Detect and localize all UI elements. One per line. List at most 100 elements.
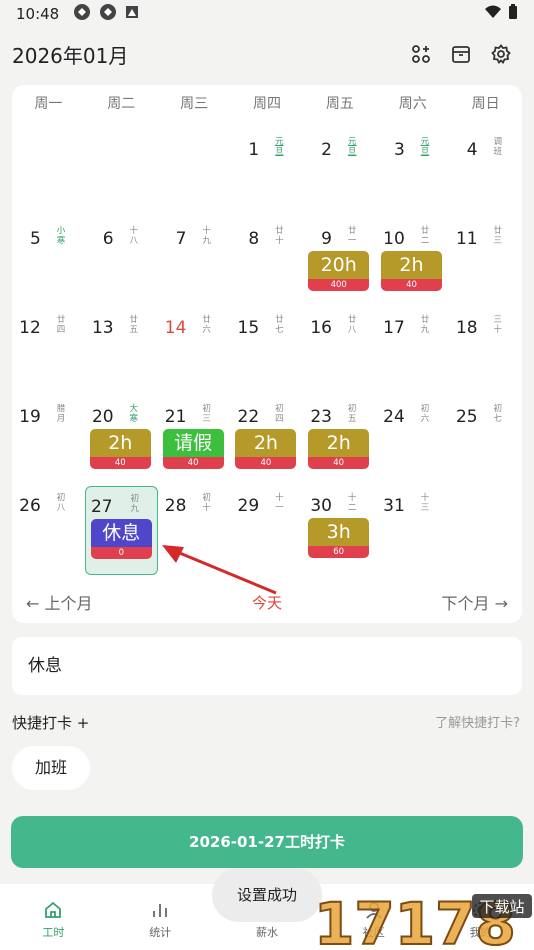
lunar-date-label: 廿七 — [275, 315, 284, 335]
calendar-empty-cell — [85, 130, 158, 219]
calendar-day-cell[interactable]: 15 廿七 — [230, 308, 303, 397]
weekday-label: 周六 — [398, 96, 427, 112]
calendar-day-cell[interactable]: 5 小寒 — [12, 219, 85, 308]
lunar-date-label: 十二 — [347, 493, 357, 513]
day-number: 19 — [19, 407, 41, 427]
calendar-day-cell[interactable]: 26 初八 — [12, 486, 85, 575]
lunar-date-label: 初六 — [420, 404, 430, 424]
calendar-day-cell[interactable]: 19 腊月 — [12, 397, 85, 486]
lunar-date-label: 廿五 — [129, 315, 139, 335]
lunar-date-label: 初八 — [56, 493, 66, 513]
lunar-date-label: 十一 — [275, 493, 284, 513]
toast-message: 设置成功 — [212, 868, 322, 922]
day-number: 3 — [393, 140, 405, 160]
next-month-button[interactable]: 下个月 → — [441, 590, 508, 614]
calendar-day-cell[interactable]: 25 初七 — [449, 397, 522, 486]
lunar-date-label: 调班 — [493, 137, 503, 157]
day-number: 24 — [383, 407, 405, 427]
badge-amount: 40 — [308, 457, 370, 469]
calendar-day-cell[interactable]: 4 调班 — [449, 130, 522, 219]
calendar-day-cell[interactable]: 31 十三 — [376, 486, 449, 575]
svg-text:下载站: 下载站 — [479, 898, 524, 916]
calendar-day-cell[interactable]: 12 廿四 — [12, 308, 85, 397]
day-record-badge: 请假 40 — [162, 429, 224, 469]
app-header: 2026年01月 — [0, 36, 534, 72]
calendar-grid: 1 元旦 2 元旦 3 元旦 4 调班 5 小寒 6 十八 7 十九 8 廿十 9 廿一 20h 400 10 廿二 2h 4… — [12, 130, 522, 575]
calendar-day-cell[interactable]: 8 廿十 — [230, 219, 303, 308]
calendar-day-cell[interactable]: 13 廿五 — [85, 308, 158, 397]
badge-hours: 2h — [89, 429, 151, 457]
calendar-day-cell[interactable]: 27 初九休息 0 — [84, 486, 158, 575]
badge-hours: 请假 — [162, 429, 224, 457]
app-notification-icon — [73, 3, 91, 25]
add-grid-icon[interactable] — [410, 43, 432, 65]
wifi-icon — [484, 5, 502, 23]
badge-amount: 400 — [308, 279, 370, 291]
calendar-day-cell[interactable]: 7 十九 — [158, 219, 231, 308]
quick-chip-overtime[interactable]: 加班 — [12, 746, 90, 790]
calendar-day-cell[interactable]: 22 初四 2h 40 — [230, 397, 303, 486]
month-title[interactable]: 2026年01月 — [12, 40, 128, 69]
day-number: 9 — [321, 229, 332, 249]
day-number: 8 — [248, 229, 260, 249]
lunar-date-label: 廿三 — [493, 226, 503, 246]
badge-amount: 0 — [90, 547, 152, 559]
bar-chart-icon — [150, 900, 170, 920]
day-note[interactable]: 休息 — [12, 637, 522, 695]
day-number: 18 — [455, 318, 478, 338]
lunar-date-label: 大寒 — [129, 404, 139, 424]
calendar-day-cell[interactable]: 17 廿九 — [376, 308, 449, 397]
day-number: 27 — [90, 497, 113, 517]
day-record-badge: 2h 40 — [308, 429, 370, 469]
quick-clock-label[interactable]: 快捷打卡 + — [12, 712, 89, 733]
calendar-day-cell[interactable]: 6 十八 — [85, 219, 158, 308]
day-number: 29 — [237, 496, 260, 516]
calendar-day-cell[interactable]: 20 大寒 2h 40 — [85, 397, 158, 486]
day-number: 7 — [175, 229, 187, 249]
prev-month-label: 上个月 — [44, 594, 93, 613]
lunar-date-label: 元旦 — [347, 137, 357, 157]
lunar-date-label: 廿十 — [275, 226, 284, 246]
calendar-day-cell[interactable]: 23 初五 2h 40 — [303, 397, 376, 486]
prev-month-button[interactable]: ← 上个月 — [26, 590, 93, 614]
badge-amount: 60 — [308, 546, 370, 558]
tab-statistics[interactable]: 统计 — [107, 884, 214, 950]
lunar-date-label: 初十 — [202, 493, 211, 513]
day-number: 14 — [164, 318, 187, 338]
calendar-empty-cell — [449, 486, 522, 575]
gear-icon[interactable] — [490, 43, 512, 65]
badge-hours: 20h — [308, 251, 370, 279]
day-number: 28 — [164, 496, 187, 516]
battery-icon — [508, 4, 518, 24]
calendar-day-cell[interactable]: 3 元旦 — [376, 130, 449, 219]
calendar-day-cell[interactable]: 9 廿一 20h 400 — [303, 219, 376, 308]
calendar-day-cell[interactable]: 14 廿六 — [158, 308, 231, 397]
tab-label: 统计 — [149, 926, 172, 939]
badge-amount: 40 — [380, 279, 442, 291]
day-number: 30 — [310, 496, 332, 516]
badge-hours: 2h — [308, 429, 370, 457]
quick-clock-help-link[interactable]: 了解快捷打卡? — [435, 712, 520, 731]
lunar-date-label: 廿八 — [347, 315, 357, 335]
day-number: 17 — [383, 318, 405, 338]
calendar-day-cell[interactable]: 11 廿三 — [449, 219, 522, 308]
calendar-day-cell[interactable]: 18 三十 — [449, 308, 522, 397]
calendar-day-cell[interactable]: 10 廿二 2h 40 — [376, 219, 449, 308]
lunar-date-label: 廿一 — [347, 226, 357, 246]
day-number: 6 — [102, 229, 114, 249]
tab-worktime[interactable]: 工时 — [0, 884, 107, 950]
app-notification-icon — [99, 3, 117, 25]
calendar-day-cell[interactable]: 1 元旦 — [230, 130, 303, 219]
lunar-date-label: 廿二 — [420, 226, 430, 246]
calendar-day-cell[interactable]: 16 廿八 — [303, 308, 376, 397]
clock-in-button[interactable]: 2026-01-27工时打卡 — [11, 816, 523, 868]
gallery-notification-icon — [125, 5, 139, 23]
calendar-day-cell[interactable]: 21 初三请假 40 — [158, 397, 231, 486]
day-number: 31 — [383, 496, 405, 516]
calendar-day-cell[interactable]: 30 十二 3h 60 — [303, 486, 376, 575]
calendar-day-cell[interactable]: 24 初六 — [376, 397, 449, 486]
lunar-date-label: 元旦 — [275, 137, 284, 157]
archive-box-icon[interactable] — [450, 43, 472, 65]
arrow-right-icon: → — [494, 594, 508, 613]
calendar-day-cell[interactable]: 2 元旦 — [303, 130, 376, 219]
